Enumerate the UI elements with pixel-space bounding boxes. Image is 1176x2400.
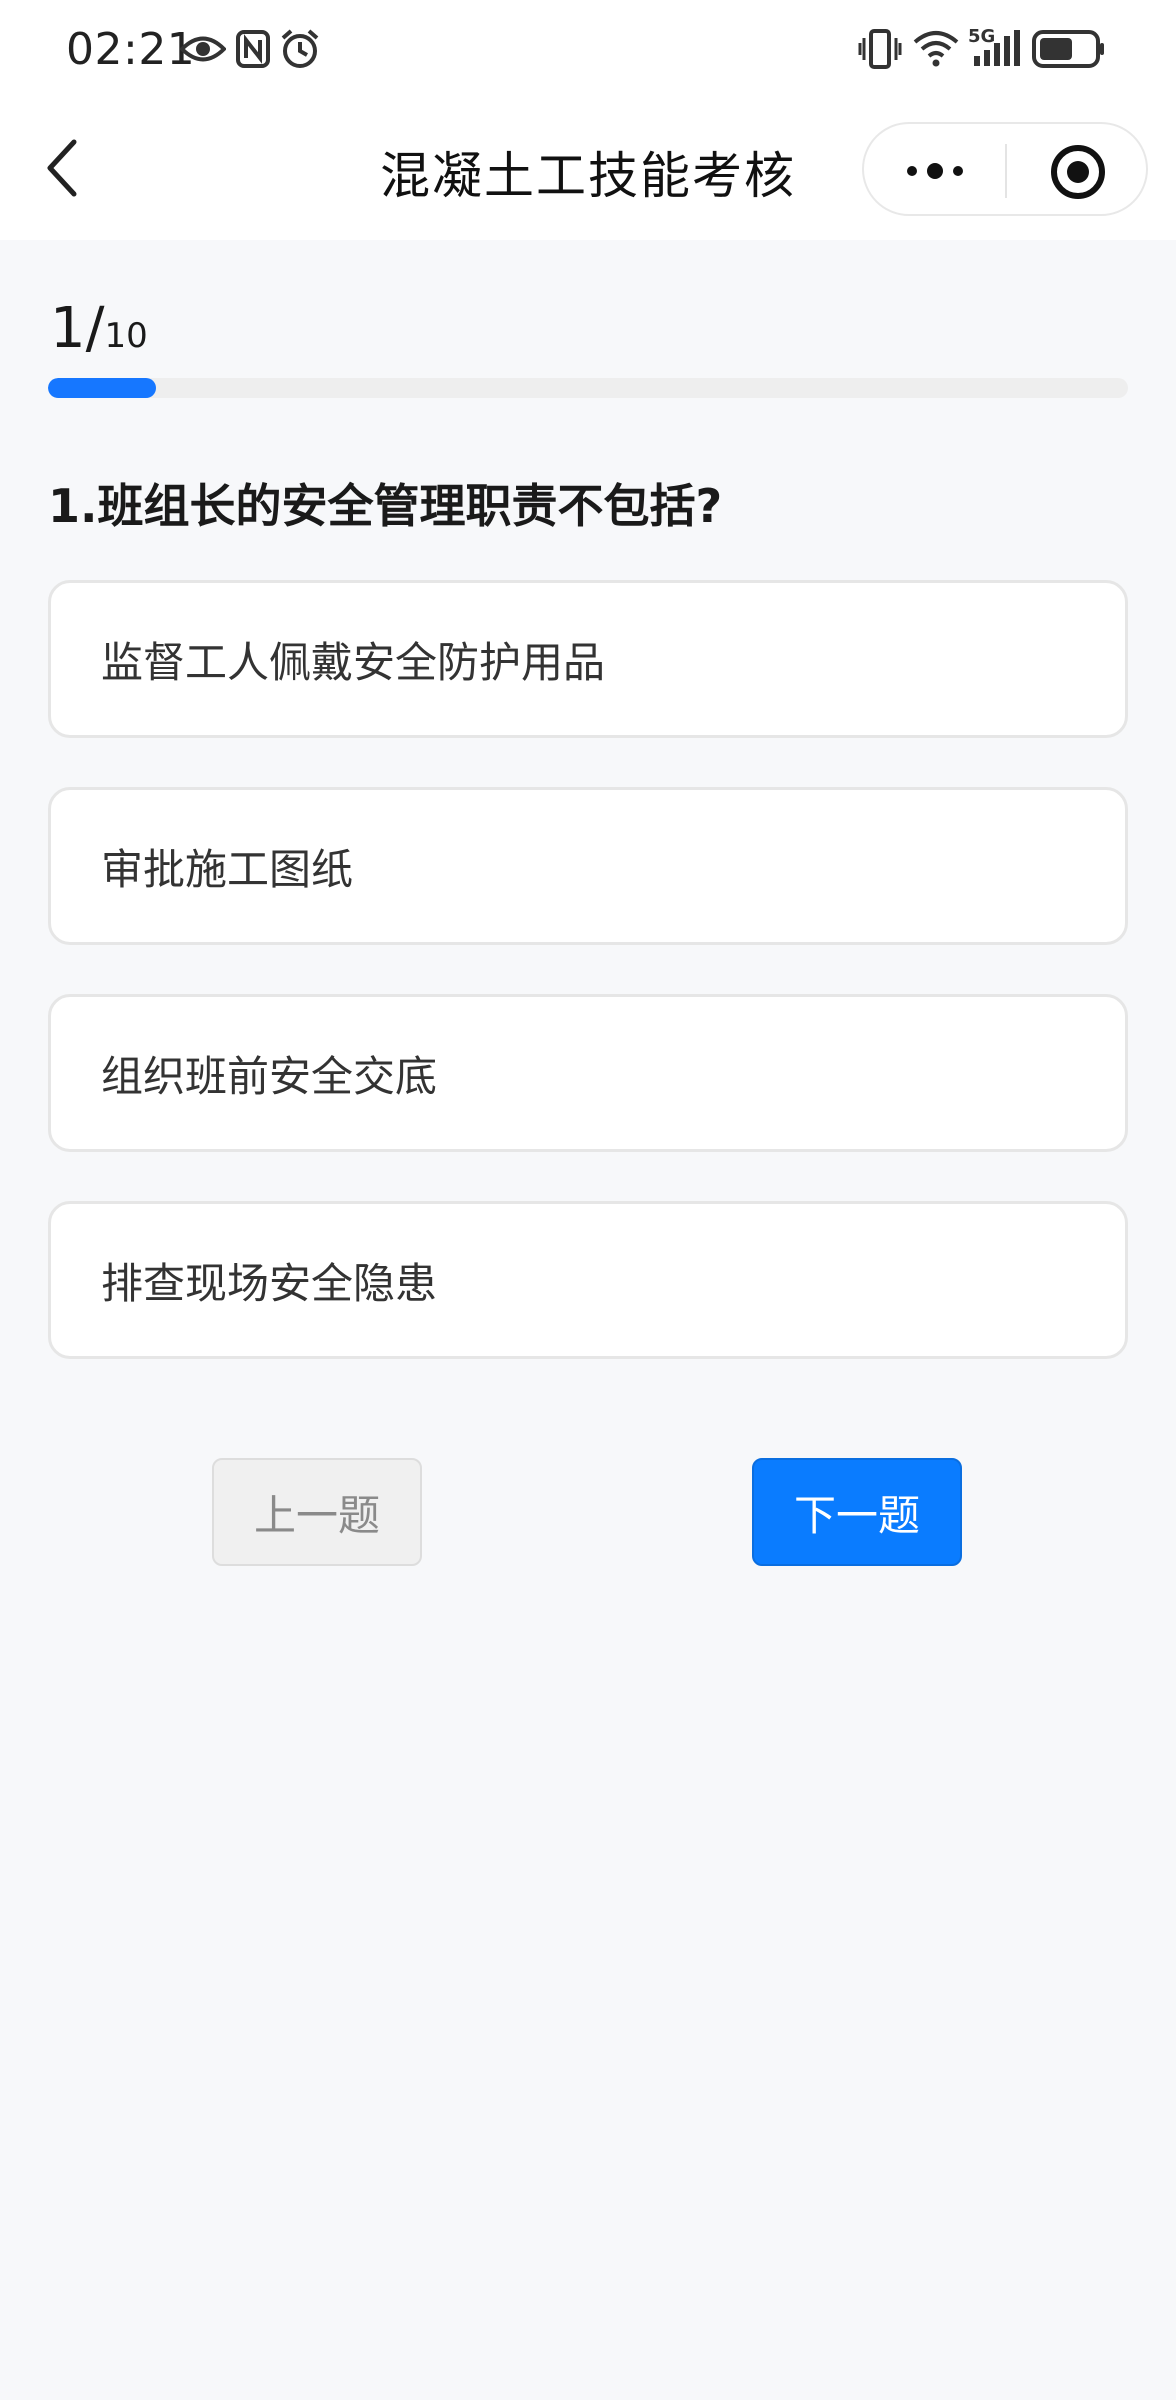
vibrate-icon xyxy=(858,29,902,69)
alarm-icon xyxy=(281,29,319,68)
question-text: 1.班组长的安全管理职责不包括? xyxy=(48,479,723,533)
nav-bar: 混凝土工技能考核 xyxy=(0,100,1176,240)
nfc-icon xyxy=(236,30,270,68)
answer-option-label: 组织班前安全交底 xyxy=(101,1051,438,1101)
wifi-icon xyxy=(913,31,959,67)
next-question-button[interactable]: 下一题 xyxy=(752,1458,962,1566)
progress-bar-fill xyxy=(48,378,156,398)
progress-bar xyxy=(48,378,1128,398)
signal-icon xyxy=(974,30,1020,66)
capsule-divider xyxy=(1005,144,1007,198)
progress-current: 1/ xyxy=(50,296,105,361)
battery-icon xyxy=(1032,30,1104,68)
answer-option[interactable]: 排查现场安全隐患 xyxy=(48,1201,1128,1359)
status-bar: 02:21 5G xyxy=(0,0,1176,100)
eye-icon xyxy=(180,36,226,62)
status-time: 02:21 xyxy=(66,24,196,75)
answer-option-label: 排查现场安全隐患 xyxy=(101,1258,438,1308)
answer-option[interactable]: 监督工人佩戴安全防护用品 xyxy=(48,580,1128,738)
mini-program-capsule xyxy=(862,122,1148,216)
answer-option-label: 审批施工图纸 xyxy=(101,844,354,894)
answer-option[interactable]: 组织班前安全交底 xyxy=(48,994,1128,1152)
previous-question-button[interactable]: 上一题 xyxy=(212,1458,422,1566)
close-target-icon[interactable] xyxy=(1050,144,1106,200)
more-icon[interactable] xyxy=(904,156,966,186)
answer-option-label: 监督工人佩戴安全防护用品 xyxy=(101,637,606,687)
progress-total: 10 xyxy=(104,316,148,356)
answer-option[interactable]: 审批施工图纸 xyxy=(48,787,1128,945)
progress-counter: 1/10 xyxy=(50,296,148,361)
